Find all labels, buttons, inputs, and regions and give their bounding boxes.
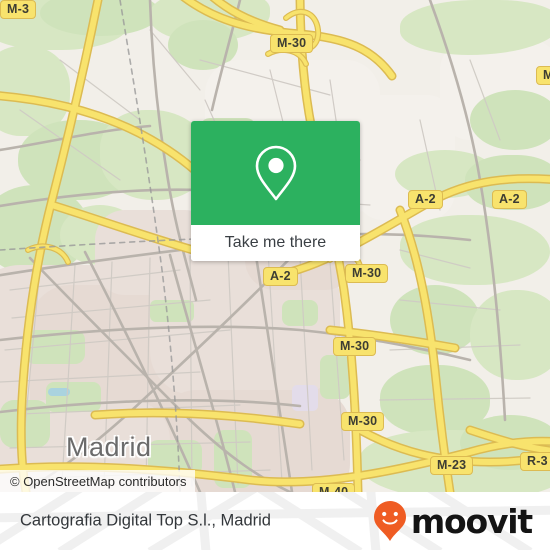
- city-label-madrid: Madrid: [66, 432, 152, 462]
- road-shield: A-2: [408, 190, 443, 209]
- map-pin-icon: [255, 145, 296, 201]
- card-footer[interactable]: Take me there: [191, 225, 360, 261]
- map-canvas[interactable]: M-30 M-3 M-4 A-2 A-2 A-2 M-30 M-30 M-30 M-23 R-3 M-…: [0, 0, 550, 492]
- osm-attribution[interactable]: © OpenStreetMap contributors: [0, 470, 195, 492]
- road-shield: M-40: [312, 483, 356, 492]
- take-me-there-card[interactable]: Take me there: [191, 121, 360, 261]
- take-me-there-label: Take me there: [224, 234, 327, 251]
- road-shield: A-2: [263, 267, 298, 286]
- road-shield: M-30: [270, 34, 314, 53]
- moovit-brand[interactable]: moovit: [373, 500, 533, 542]
- road-shield: M-23: [430, 456, 474, 475]
- road-shield: M-30: [333, 337, 377, 356]
- road-shield: M-30: [345, 264, 389, 283]
- road-shield: A-2: [492, 190, 527, 209]
- road-shield: M-4: [536, 66, 550, 85]
- moovit-wordmark: moovit: [410, 501, 533, 541]
- map-page: M-30 M-3 M-4 A-2 A-2 A-2 M-30 M-30 M-30 M-23 R-3 M-…: [0, 0, 550, 550]
- road-shield: M-30: [341, 412, 385, 431]
- place-title: Cartografia Digital Top S.l., Madrid: [20, 511, 271, 530]
- moovit-pin-smiley-icon: [373, 501, 406, 541]
- card-header: [191, 121, 360, 225]
- page-footer: Cartografia Digital Top S.l., Madrid moo…: [0, 492, 550, 550]
- road-shield: M-3: [0, 0, 37, 19]
- road-shield: R-3: [520, 452, 550, 471]
